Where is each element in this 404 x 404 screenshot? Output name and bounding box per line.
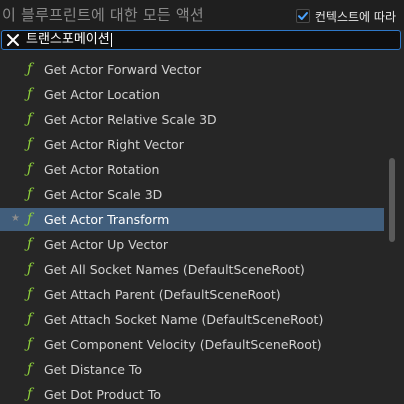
context-sensitive-checkbox[interactable] — [295, 9, 310, 23]
action-list-item[interactable]: ƒ Get Actor Right Vector — [0, 133, 384, 156]
action-label: Get Actor Transform — [44, 212, 170, 227]
function-icon: ƒ — [27, 386, 33, 402]
action-label: Get Actor Rotation — [44, 162, 160, 177]
function-icon: ƒ — [27, 361, 33, 377]
function-icon: ƒ — [27, 286, 33, 302]
function-icon: ƒ — [27, 236, 33, 252]
action-list-item[interactable]: ƒ Get Actor Scale 3D — [0, 183, 384, 206]
action-label: Get Component Velocity (DefaultSceneRoot… — [44, 337, 322, 352]
action-label: Get Actor Right Vector — [44, 137, 184, 152]
action-list-item[interactable]: ƒ Get Attach Socket Name (DefaultSceneRoo… — [0, 308, 384, 331]
action-label: Get All Socket Names (DefaultSceneRoot) — [44, 262, 305, 277]
action-list: ƒ Get Actor Forward Vector ƒ Get Actor Loca… — [0, 58, 404, 404]
palette-header: 이 블루프린트에 대한 모든 액션 컨텍스트에 따라 — [0, 0, 404, 30]
function-icon: ƒ — [27, 211, 33, 227]
search-value: 트랜스포메이션 — [26, 32, 110, 47]
action-list-item[interactable]: ƒ Get Actor Location — [0, 83, 384, 106]
search-input[interactable]: 트랜스포메이션 — [26, 32, 112, 48]
star-icon[interactable]: ★ — [11, 213, 20, 225]
function-icon: ƒ — [27, 336, 33, 352]
function-icon: ƒ — [27, 111, 33, 127]
clear-search-icon[interactable] — [6, 33, 20, 47]
checkmark-icon — [297, 12, 308, 20]
action-list-item[interactable]: ★ ƒ Get Actor Transform — [0, 208, 384, 231]
action-label: Get Attach Socket Name (DefaultSceneRoot… — [44, 312, 324, 327]
text-caret — [110, 32, 112, 47]
action-list-item[interactable]: ƒ Get Actor Forward Vector — [0, 58, 384, 81]
function-icon: ƒ — [27, 136, 33, 152]
context-sensitive-toggle[interactable]: 컨텍스트에 따라 — [295, 8, 396, 24]
action-list-item[interactable]: ƒ Get Actor Up Vector — [0, 233, 384, 256]
action-label: Get Attach Parent (DefaultSceneRoot) — [44, 287, 281, 302]
search-field[interactable]: 트랜스포메이션 — [1, 30, 401, 50]
action-label: Get Actor Up Vector — [44, 237, 169, 252]
action-list-item[interactable]: ƒ Get Actor Relative Scale 3D — [0, 108, 384, 131]
function-icon: ƒ — [27, 161, 33, 177]
action-label: Get Actor Scale 3D — [44, 187, 163, 202]
action-list-item[interactable]: ƒ Get Actor Rotation — [0, 158, 384, 181]
action-list-item[interactable]: ƒ Get All Socket Names (DefaultSceneRoot) — [0, 258, 384, 281]
scrollbar-thumb[interactable] — [389, 158, 395, 242]
function-icon: ƒ — [27, 61, 33, 77]
action-label: Get Actor Relative Scale 3D — [44, 112, 217, 127]
action-label: Get Dot Product To — [44, 387, 161, 402]
function-icon: ƒ — [27, 186, 33, 202]
action-list-item[interactable]: ƒ Get Distance To — [0, 358, 384, 381]
context-sensitive-label: 컨텍스트에 따라 — [314, 9, 396, 24]
action-label: Get Actor Forward Vector — [44, 62, 202, 77]
action-list-item[interactable]: ƒ Get Component Velocity (DefaultSceneRoo… — [0, 333, 384, 356]
action-list-item[interactable]: ƒ Get Attach Parent (DefaultSceneRoot) — [0, 283, 384, 306]
action-label: Get Actor Location — [44, 87, 160, 102]
function-icon: ƒ — [27, 311, 33, 327]
function-icon: ƒ — [27, 261, 33, 277]
action-list-item[interactable]: ƒ Get Dot Product To — [0, 383, 384, 404]
function-icon: ƒ — [27, 86, 33, 102]
palette-title: 이 블루프린트에 대한 모든 액션 — [2, 6, 204, 24]
action-label: Get Distance To — [44, 362, 143, 377]
